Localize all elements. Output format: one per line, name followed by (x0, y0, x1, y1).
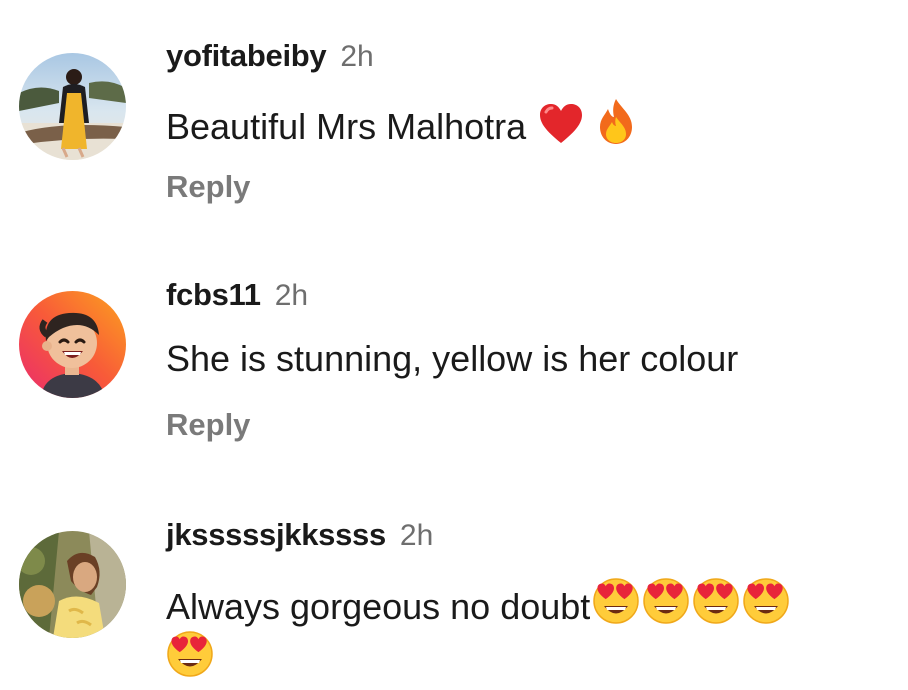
timestamp: 2h (340, 40, 374, 73)
comment-text-content: Always gorgeous no doubt (166, 586, 591, 627)
comment-text: She is stunning, yellow is her colour (166, 335, 738, 382)
reply-button[interactable]: Reply (166, 405, 250, 445)
fire-emoji (596, 97, 636, 145)
avatar[interactable] (19, 291, 126, 398)
comment-text-content: She is stunning, yellow is her colour (166, 338, 739, 379)
heart-eyes-emoji (592, 577, 640, 625)
red-heart-emoji (538, 103, 584, 145)
timestamp: 2h (274, 279, 309, 312)
avatar[interactable] (19, 53, 126, 160)
comment-header: fcbs11 2h (166, 275, 308, 315)
username[interactable]: fcbs11 (166, 277, 261, 312)
comment-header: jksssssjkkssss 2h (166, 515, 433, 555)
comment-text: Beautiful Mrs Malhotra (166, 97, 636, 150)
timestamp: 2h (399, 519, 434, 552)
heart-eyes-emoji (742, 577, 790, 625)
username[interactable]: jksssssjkkssss (166, 517, 386, 552)
heart-eyes-emoji (692, 577, 740, 625)
comment-header: yofitabeiby 2h (166, 36, 374, 76)
comment-text-content: Beautiful Mrs Malhotra (166, 106, 527, 147)
username[interactable]: yofitabeiby (166, 38, 327, 73)
heart-eyes-emoji (166, 630, 214, 678)
comment-text: Always gorgeous no doubt (166, 577, 886, 683)
avatar[interactable] (19, 531, 126, 638)
reply-button[interactable]: Reply (166, 167, 250, 207)
heart-eyes-emoji (642, 577, 690, 625)
